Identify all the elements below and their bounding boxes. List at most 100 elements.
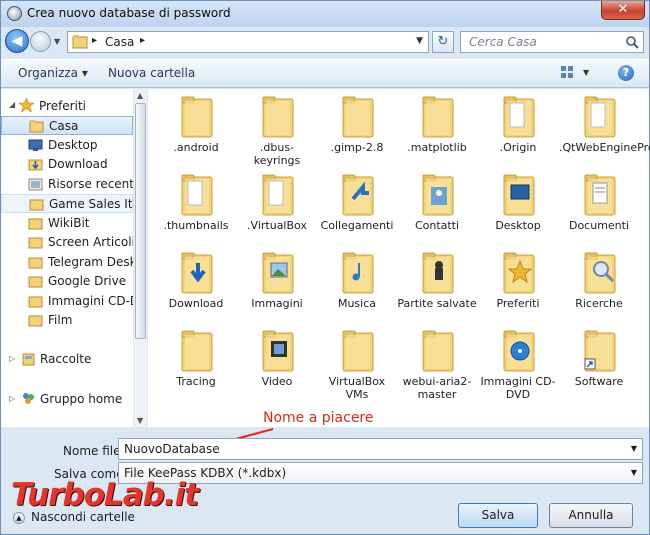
- file-item[interactable]: .Origin: [478, 91, 558, 169]
- address-bar[interactable]: ▸ Casa ▸ ▼: [67, 31, 429, 53]
- nav-item-label: WikiBit: [48, 216, 90, 230]
- folder-icon: [181, 174, 213, 216]
- folder-icon: [422, 330, 454, 372]
- folder-icon: [422, 96, 454, 138]
- nav-item-label: Film: [48, 313, 73, 327]
- nav-item-google-drive[interactable]: Google Drive: [1, 272, 133, 291]
- save-button[interactable]: Salva: [458, 503, 538, 528]
- file-item[interactable]: Documenti: [559, 169, 639, 247]
- collapse-arrow-icon[interactable]: ◢: [9, 100, 15, 109]
- close-button[interactable]: ✕: [601, 1, 645, 20]
- folder-icon: [342, 252, 374, 294]
- address-dropdown-icon[interactable]: ▼: [416, 36, 423, 46]
- nav-item-immagini-cd-dvd[interactable]: Immagini CD-DVD: [1, 292, 133, 311]
- file-item[interactable]: Preferiti: [478, 247, 558, 325]
- file-name: Contatti: [414, 219, 460, 232]
- nav-item-casa[interactable]: Casa: [1, 116, 133, 135]
- file-item[interactable]: Collegamenti: [317, 169, 397, 247]
- nav-item-wikibit[interactable]: WikiBit: [1, 214, 133, 233]
- view-options-icon[interactable]: [560, 65, 574, 79]
- file-item[interactable]: Ricerche: [559, 247, 639, 325]
- file-name: .VirtualBox: [247, 219, 307, 232]
- file-item[interactable]: .gimp-2.8: [317, 91, 397, 169]
- folder-icon: [262, 174, 294, 216]
- file-name: Documenti: [568, 219, 630, 232]
- file-name: Ricerche: [575, 297, 623, 310]
- scroll-up-icon[interactable]: ▲: [137, 91, 143, 100]
- nav-item-telegram-desktop[interactable]: Telegram Desktop: [1, 253, 133, 272]
- search-icon[interactable]: [625, 35, 639, 49]
- folder-icon: [28, 296, 43, 308]
- file-item[interactable]: .QtWebEngineProcess: [559, 91, 650, 169]
- nav-favorites[interactable]: Preferiti: [39, 99, 86, 113]
- nav-item-film[interactable]: Film: [1, 311, 133, 330]
- command-bar: Organizza ▾ Nuova cartella ▼ ?: [1, 59, 649, 88]
- view-dropdown-icon[interactable]: ▼: [583, 68, 589, 77]
- nav-item-recent[interactable]: Risorse recenti: [1, 175, 133, 194]
- nav-item-desktop[interactable]: Desktop: [1, 136, 133, 155]
- title-bar: Crea nuovo database di password ✕: [1, 1, 649, 27]
- folder-icon: [584, 174, 616, 216]
- filename-input[interactable]: NuovoDatabase ▼: [118, 438, 643, 460]
- forward-button[interactable]: [30, 31, 51, 52]
- hide-folders-button[interactable]: Nascondi cartelle: [31, 510, 135, 524]
- file-item[interactable]: VirtualBox VMs: [317, 325, 397, 403]
- nav-item-download[interactable]: Download: [1, 155, 133, 174]
- folder-icon: [28, 276, 43, 288]
- scroll-thumb[interactable]: [135, 103, 146, 339]
- file-item[interactable]: Contatti: [397, 169, 477, 247]
- back-button[interactable]: ◀: [5, 29, 29, 53]
- new-folder-button[interactable]: Nuova cartella: [108, 66, 195, 80]
- file-name: Tracing: [176, 375, 216, 388]
- file-name: Desktop: [495, 219, 541, 232]
- search-placeholder: Cerca Casa: [469, 35, 537, 49]
- scroll-down-icon[interactable]: ▼: [137, 416, 143, 425]
- file-item[interactable]: .matplotlib: [397, 91, 477, 169]
- file-item[interactable]: webui-aria2-master: [397, 325, 477, 403]
- app-icon: [7, 6, 22, 21]
- file-item[interactable]: .android: [156, 91, 236, 169]
- breadcrumb-casa[interactable]: Casa: [105, 35, 134, 49]
- file-item[interactable]: Musica: [317, 247, 397, 325]
- nav-item-label: Casa: [49, 119, 79, 133]
- expand-arrow-icon[interactable]: ▷: [9, 394, 15, 403]
- file-name: Collegamenti: [320, 219, 394, 232]
- nav-item-game-sales-italia[interactable]: Game Sales Italia: [1, 194, 133, 213]
- cancel-button[interactable]: Annulla: [549, 503, 633, 528]
- nav-homegroup[interactable]: Gruppo home: [40, 392, 122, 406]
- expand-arrow-icon[interactable]: ▷: [9, 354, 15, 363]
- breadcrumb-chevron-icon[interactable]: ▸: [140, 35, 145, 46]
- file-name: VirtualBox VMs: [328, 375, 386, 401]
- chevron-down-icon[interactable]: ▼: [631, 468, 637, 477]
- folder-icon: [262, 252, 294, 294]
- file-item[interactable]: Partite salvate: [397, 247, 477, 325]
- file-item[interactable]: .thumbnails: [156, 169, 236, 247]
- file-name: .QtWebEngineProcess: [559, 141, 650, 154]
- file-item[interactable]: Desktop: [478, 169, 558, 247]
- file-item[interactable]: .VirtualBox: [237, 169, 317, 247]
- file-item[interactable]: Immagini CD-DVD: [478, 325, 558, 403]
- folder-icon: [262, 96, 294, 138]
- breadcrumb-chevron-icon[interactable]: ▸: [92, 35, 97, 46]
- nav-item-screen-articoli[interactable]: Screen Articoli: [1, 233, 133, 252]
- nav-libraries[interactable]: Raccolte: [40, 352, 91, 366]
- chevron-down-icon[interactable]: ▼: [631, 444, 637, 453]
- recent-places-icon: [28, 178, 43, 191]
- file-item[interactable]: Download: [156, 247, 236, 325]
- nav-scrollbar[interactable]: ▲ ▼: [133, 89, 147, 427]
- file-item[interactable]: Immagini: [237, 247, 317, 325]
- nav-item-label: Download: [48, 157, 108, 171]
- file-item[interactable]: Software: [559, 325, 639, 403]
- collapse-up-icon[interactable]: ▲: [13, 512, 25, 524]
- refresh-button[interactable]: ↻: [432, 31, 454, 53]
- star-icon: [19, 98, 34, 112]
- file-item[interactable]: .dbus-keyrings: [237, 91, 317, 169]
- folder-icon: [181, 252, 213, 294]
- organize-button[interactable]: Organizza ▾: [18, 66, 88, 80]
- file-item[interactable]: Video: [237, 325, 317, 403]
- history-dropdown-icon[interactable]: ▼: [54, 37, 60, 46]
- file-name: .matplotlib: [407, 141, 467, 154]
- help-button[interactable]: ?: [618, 65, 634, 81]
- file-item[interactable]: Tracing: [156, 325, 236, 403]
- search-input[interactable]: Cerca Casa: [460, 31, 644, 53]
